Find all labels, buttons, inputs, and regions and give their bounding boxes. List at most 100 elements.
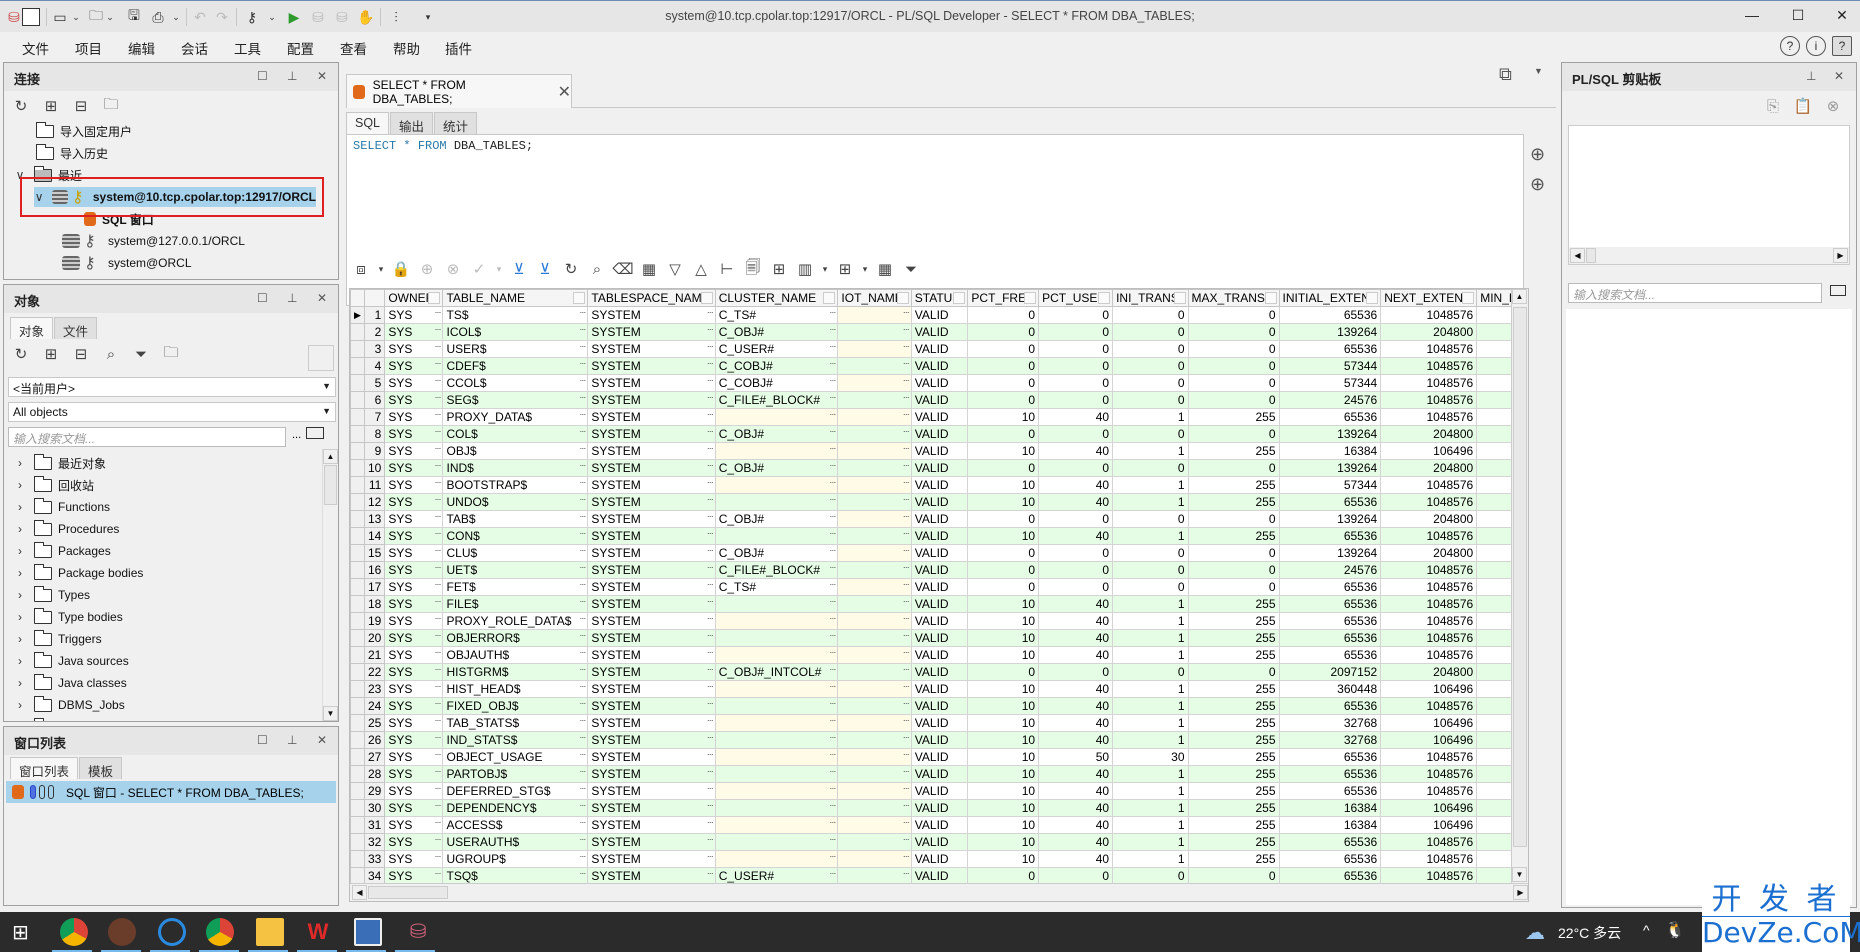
table-cell[interactable]: 10 bbox=[967, 408, 1040, 426]
object-tree-item[interactable]: ›Queues bbox=[14, 717, 100, 721]
table-cell[interactable]: FILE$ bbox=[442, 595, 589, 613]
row-indicator[interactable] bbox=[350, 816, 365, 834]
row-indicator[interactable] bbox=[350, 697, 365, 715]
table-cell[interactable]: SYS bbox=[384, 646, 444, 664]
table-cell[interactable]: 255 bbox=[1187, 714, 1280, 732]
table-cell[interactable]: 0 bbox=[967, 357, 1040, 375]
table-cell[interactable]: 255 bbox=[1187, 493, 1280, 511]
table-row[interactable]: 22SYSHISTGRM$SYSTEMC_OBJ#_INTCOL#VALID00… bbox=[350, 663, 1528, 681]
table-cell[interactable] bbox=[837, 799, 912, 817]
grid-horizontal-scrollbar[interactable]: ◀ ▶ bbox=[350, 883, 1528, 901]
table-cell[interactable]: 0 bbox=[967, 323, 1040, 341]
wps-icon[interactable]: W bbox=[304, 918, 332, 946]
object-tree-item[interactable]: › Packages bbox=[14, 541, 111, 561]
table-cell[interactable]: 40 bbox=[1038, 731, 1114, 749]
table-cell[interactable]: VALID bbox=[910, 357, 969, 375]
table-cell[interactable]: SYSTEM bbox=[587, 476, 716, 494]
table-cell[interactable]: SYSTEM bbox=[587, 612, 716, 630]
table-cell[interactable]: 204800 bbox=[1380, 459, 1478, 477]
table-cell[interactable]: 16384 bbox=[1278, 816, 1382, 834]
table-cell[interactable]: 0 bbox=[1187, 544, 1280, 562]
table-cell[interactable] bbox=[714, 816, 839, 834]
row-indicator[interactable]: ▶ bbox=[350, 306, 365, 324]
menu-edit[interactable]: 编辑 bbox=[128, 38, 155, 58]
table-cell[interactable]: 1 bbox=[1112, 612, 1189, 630]
row-indicator[interactable] bbox=[350, 612, 365, 630]
table-cell[interactable]: VALID bbox=[910, 476, 969, 494]
table-cell[interactable]: 10 bbox=[967, 595, 1040, 613]
chevron-right-icon[interactable]: › bbox=[14, 698, 26, 712]
table-cell[interactable]: SYSTEM bbox=[587, 629, 716, 647]
table-cell[interactable]: 1 bbox=[1112, 714, 1189, 732]
table-cell[interactable]: 106496 bbox=[1380, 731, 1478, 749]
table-cell[interactable]: 0 bbox=[1112, 867, 1189, 885]
table-cell[interactable] bbox=[837, 867, 912, 885]
table-cell[interactable]: SYS bbox=[384, 510, 444, 528]
panel-maximize-icon[interactable]: ☐ bbox=[257, 733, 268, 747]
filter-icon[interactable]: ⏷ bbox=[900, 258, 922, 280]
chevron-right-icon[interactable]: › bbox=[14, 632, 26, 646]
table-cell[interactable] bbox=[714, 493, 839, 511]
table-cell[interactable]: 255 bbox=[1187, 595, 1280, 613]
table-cell[interactable]: VALID bbox=[910, 663, 969, 681]
expand-all-icon[interactable]: ⊞ bbox=[40, 95, 62, 117]
table-cell[interactable]: SYSTEM bbox=[587, 850, 716, 868]
table-cell[interactable]: SYSTEM bbox=[587, 442, 716, 460]
table-cell[interactable]: SYSTEM bbox=[587, 425, 716, 443]
row-indicator[interactable] bbox=[350, 357, 365, 375]
table-cell[interactable]: CDEF$ bbox=[442, 357, 589, 375]
refresh-icon[interactable]: ↻ bbox=[560, 258, 582, 280]
column-sort-button[interactable] bbox=[896, 292, 909, 304]
table-cell[interactable]: 10 bbox=[967, 714, 1040, 732]
scroll-up-circle-icon[interactable]: ⊕ bbox=[1530, 144, 1545, 165]
row-indicator[interactable] bbox=[350, 748, 365, 766]
table-cell[interactable]: 255 bbox=[1187, 697, 1280, 715]
tree-item[interactable]: 导入固定用户 bbox=[36, 121, 132, 141]
object-search-input[interactable]: 输入搜索文档... bbox=[8, 427, 286, 447]
table-cell[interactable]: UET$ bbox=[442, 561, 589, 579]
close-button[interactable]: ✕ bbox=[1828, 7, 1856, 27]
table-cell[interactable]: 1 bbox=[1112, 850, 1189, 868]
menu-session[interactable]: 会话 bbox=[181, 38, 208, 58]
table-icon[interactable]: ▦ bbox=[874, 258, 896, 280]
table-cell[interactable]: VALID bbox=[910, 595, 969, 613]
table-cell[interactable]: SYSTEM bbox=[587, 731, 716, 749]
table-cell[interactable]: VALID bbox=[910, 680, 969, 698]
table-cell[interactable]: SYS bbox=[384, 408, 444, 426]
table-cell[interactable]: 0 bbox=[967, 306, 1040, 324]
table-row[interactable]: 26SYSIND_STATS$SYSTEM VALID10401255327681… bbox=[350, 731, 1528, 749]
table-cell[interactable]: SYS bbox=[384, 867, 444, 885]
scroll-down-circle-icon[interactable]: ⊕ bbox=[1530, 174, 1545, 195]
table-cell[interactable]: 204800 bbox=[1380, 510, 1478, 528]
menu-help[interactable]: 帮助 bbox=[393, 38, 420, 58]
table-cell[interactable]: PROXY_DATA$ bbox=[442, 408, 589, 426]
table-cell[interactable]: 40 bbox=[1038, 799, 1114, 817]
binoculars-icon[interactable]: ⌕ bbox=[100, 343, 122, 365]
table-cell[interactable] bbox=[837, 510, 912, 528]
table-cell[interactable]: 0 bbox=[1038, 578, 1114, 596]
table-cell[interactable]: 1048576 bbox=[1380, 765, 1478, 783]
table-row[interactable]: 3SYSUSER$SYSTEMC_USER#VALID0000655361048… bbox=[350, 340, 1528, 358]
table-cell[interactable]: SYSTEM bbox=[587, 782, 716, 800]
tab-window-list[interactable]: 窗口列表 bbox=[10, 757, 79, 779]
table-row[interactable]: 14SYSCON$SYSTEM VALID10401255655361048576 bbox=[350, 527, 1528, 545]
table-row[interactable]: 20SYSOBJERROR$SYSTEM VALID104012556553610… bbox=[350, 629, 1528, 647]
table-cell[interactable]: VALID bbox=[910, 748, 969, 766]
table-cell[interactable] bbox=[837, 306, 912, 324]
column-header[interactable]: PCT_FREE bbox=[967, 289, 1040, 307]
table-cell[interactable]: 0 bbox=[967, 459, 1040, 477]
column-sort-button[interactable] bbox=[1264, 292, 1277, 304]
column-sort-button[interactable] bbox=[700, 292, 713, 304]
new-window-icon[interactable] bbox=[306, 427, 324, 439]
refresh-icon[interactable]: ↻ bbox=[10, 95, 32, 117]
tree-view-icon[interactable]: ⊢ bbox=[716, 258, 738, 280]
panel-close-icon[interactable]: ✕ bbox=[317, 291, 327, 305]
table-cell[interactable]: 139264 bbox=[1278, 459, 1382, 477]
table-cell[interactable]: SYS bbox=[384, 782, 444, 800]
table-cell[interactable]: VALID bbox=[910, 629, 969, 647]
table-row[interactable]: 18SYSFILE$SYSTEM VALID1040125565536104857… bbox=[350, 595, 1528, 613]
menu-file[interactable]: 文件 bbox=[22, 38, 49, 58]
table-cell[interactable]: 1 bbox=[1112, 833, 1189, 851]
table-cell[interactable]: SYS bbox=[384, 561, 444, 579]
table-cell[interactable] bbox=[837, 748, 912, 766]
